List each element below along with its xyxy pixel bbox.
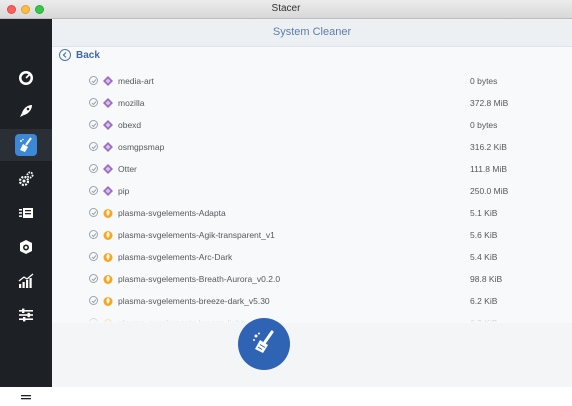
- list-item[interactable]: pip 250.0 MiB: [52, 181, 572, 202]
- file-size: 111.8 MiB: [470, 164, 508, 174]
- list-item[interactable]: mozilla 372.8 MiB: [52, 93, 572, 114]
- checkbox[interactable]: [89, 186, 98, 195]
- file-name: plasma-svgelements-breeze-dark_v5.30: [118, 296, 270, 306]
- sidebar-item-menu[interactable]: [0, 387, 52, 406]
- menu-icon: [15, 387, 37, 406]
- file-size: 5.4 KiB: [470, 252, 498, 262]
- purple-diamond-icon: [102, 75, 114, 87]
- file-name: plasma-svgelements-Arc-Dark: [118, 252, 233, 262]
- back-arrow-icon: [59, 49, 71, 61]
- file-name: plasma-svgelements-Breath-Aurora_v0.2.0: [118, 274, 281, 284]
- page-title: System Cleaner: [52, 19, 572, 47]
- file-name: plasma-svgelements-Agik-transparent_v1: [118, 230, 275, 240]
- list-item[interactable]: media-art 0 bytes: [52, 71, 572, 92]
- orange-flame-icon: [102, 207, 114, 219]
- checkbox[interactable]: [89, 252, 98, 261]
- uninstaller-icon: [15, 236, 37, 258]
- file-size: 0 bytes: [470, 76, 498, 86]
- file-name: osmgpsmap: [118, 142, 165, 152]
- checkbox[interactable]: [89, 120, 98, 129]
- orange-flame-icon: [102, 251, 114, 263]
- clean-button[interactable]: [238, 318, 290, 370]
- gears-icon: [15, 168, 37, 190]
- sidebar: [0, 19, 52, 403]
- file-size: 5.6 KiB: [470, 230, 498, 240]
- resources-chart-icon: [15, 270, 37, 292]
- checkbox[interactable]: [89, 230, 98, 239]
- processes-icon: [15, 202, 37, 224]
- purple-diamond-icon: [102, 141, 114, 153]
- list-item[interactable]: plasma-svgelements-Agik-transparent_v1 5.…: [52, 225, 572, 246]
- window-title: Stacer: [271, 3, 301, 14]
- list-item[interactable]: osmgpsmap 316.2 KiB: [52, 137, 572, 158]
- purple-diamond-icon: [102, 185, 114, 197]
- list-fade: [52, 311, 572, 323]
- list-item[interactable]: Otter 111.8 MiB: [52, 159, 572, 180]
- checkbox[interactable]: [89, 164, 98, 173]
- sidebar-item-processes[interactable]: [0, 197, 52, 229]
- checkbox[interactable]: [89, 296, 98, 305]
- file-size: 98.8 KiB: [470, 274, 503, 284]
- checkbox[interactable]: [89, 208, 98, 217]
- purple-diamond-icon: [102, 97, 114, 109]
- file-size: 372.8 MiB: [470, 98, 509, 108]
- purple-diamond-icon: [102, 163, 114, 175]
- rocket-icon: [15, 100, 37, 122]
- bottom-bar: [52, 323, 572, 387]
- speedometer-icon: [15, 66, 37, 88]
- broom-icon: [15, 134, 37, 156]
- list-item[interactable]: plasma-svgelements-Breath-Aurora_v0.2.0 9…: [52, 269, 572, 290]
- checkbox[interactable]: [89, 142, 98, 151]
- checkbox[interactable]: [89, 274, 98, 283]
- file-name: mozilla: [118, 98, 145, 108]
- main-content: System Cleaner Back media-art 0 bytes mozi…: [52, 19, 572, 387]
- window-titlebar: Stacer: [0, 0, 572, 19]
- back-button[interactable]: Back: [59, 49, 100, 61]
- file-name: media-art: [118, 76, 154, 86]
- list-item[interactable]: obexd 0 bytes: [52, 115, 572, 136]
- sidebar-item-uninstaller[interactable]: [0, 231, 52, 263]
- broom-icon: [250, 328, 278, 361]
- file-name: pip: [118, 186, 130, 196]
- checkbox[interactable]: [89, 76, 98, 85]
- list-item[interactable]: plasma-svgelements-Adapta 5.1 KiB: [52, 203, 572, 224]
- settings-sliders-icon: [15, 304, 37, 326]
- file-size: 0 bytes: [470, 120, 498, 130]
- file-size: 5.1 KiB: [470, 208, 498, 218]
- back-label: Back: [76, 49, 100, 61]
- purple-diamond-icon: [102, 119, 114, 131]
- file-name: Otter: [118, 164, 137, 174]
- sidebar-item-services[interactable]: [0, 163, 52, 195]
- orange-flame-icon: [102, 295, 114, 307]
- file-list: media-art 0 bytes mozilla 372.8 MiB obexd 0 b…: [52, 71, 572, 323]
- file-size: 250.0 MiB: [470, 186, 509, 196]
- sidebar-item-startup[interactable]: [0, 95, 52, 127]
- file-size: 316.2 KiB: [470, 142, 507, 152]
- file-name: plasma-svgelements-Adapta: [118, 208, 226, 218]
- orange-flame-icon: [102, 229, 114, 241]
- checkbox[interactable]: [89, 98, 98, 107]
- file-name: obexd: [118, 120, 142, 130]
- list-item[interactable]: plasma-svgelements-Arc-Dark 5.4 KiB: [52, 247, 572, 268]
- sidebar-item-resources[interactable]: [0, 265, 52, 297]
- sidebar-item-system-cleaner[interactable]: [0, 129, 52, 161]
- file-size: 6.2 KiB: [470, 296, 498, 306]
- sidebar-item-settings[interactable]: [0, 299, 52, 331]
- sidebar-item-dashboard[interactable]: [0, 61, 52, 93]
- list-item[interactable]: plasma-svgelements-breeze-dark_v5.30 6.2 …: [52, 291, 572, 312]
- orange-flame-icon: [102, 273, 114, 285]
